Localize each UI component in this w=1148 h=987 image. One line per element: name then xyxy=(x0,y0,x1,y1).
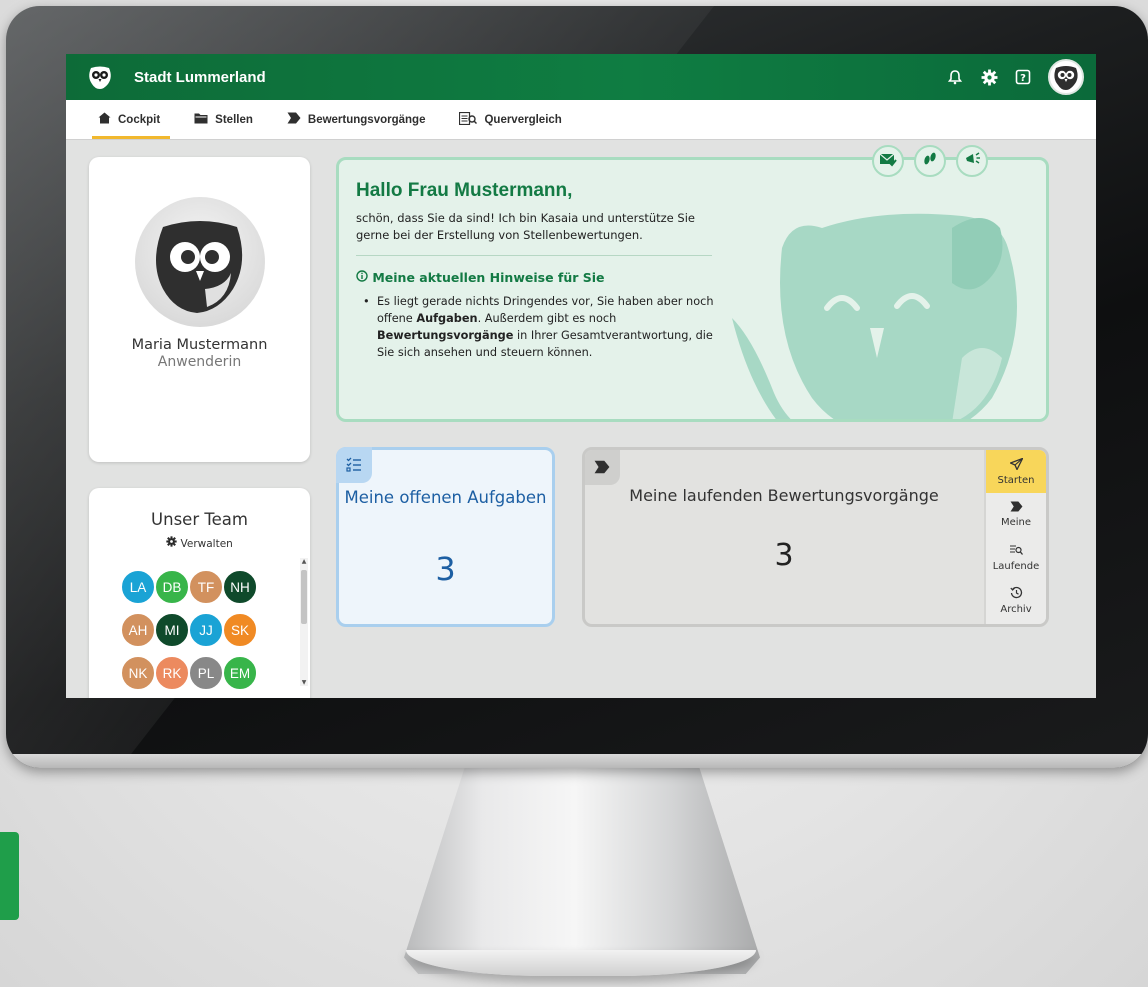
svg-text:?: ? xyxy=(1020,73,1026,84)
menu-label: Meine xyxy=(1000,517,1032,528)
welcome-text: schön, dass Sie da sind! Ich bin Kasaia … xyxy=(356,211,695,242)
menu-label: Archiv xyxy=(1000,604,1032,615)
chevron-flag-icon xyxy=(1010,501,1023,515)
hints-title: Meine aktuellen Hinweise für Sie xyxy=(372,270,605,285)
team-member-avatar[interactable]: MI xyxy=(154,612,190,648)
app-screen: Stadt Lummerland ? Cockpit Stellen Bewer… xyxy=(66,54,1096,698)
team-member-avatar[interactable]: TF xyxy=(188,569,224,605)
scroll-down-arrow-icon[interactable]: ▼ xyxy=(300,679,308,686)
tab-stellen[interactable]: Stellen xyxy=(184,100,263,139)
compare-icon xyxy=(459,111,478,128)
team-title: Unser Team xyxy=(151,510,248,529)
user-avatar[interactable] xyxy=(1048,59,1084,95)
team-member-avatar[interactable]: SK xyxy=(222,612,258,648)
main-nav: Cockpit Stellen Bewertungsvorgänge Querv… xyxy=(66,100,1096,140)
team-manage-link[interactable]: Verwalten xyxy=(89,536,310,550)
tab-bewertungsvorgaenge[interactable]: Bewertungsvorgänge xyxy=(277,100,436,139)
help-icon[interactable]: ? xyxy=(1010,64,1036,90)
processes-link[interactable]: Bewertungsvorgänge xyxy=(377,329,513,342)
monitor-bezel-edge xyxy=(6,754,1148,768)
menu-label: Starten xyxy=(997,474,1035,486)
profile-avatar[interactable] xyxy=(134,197,265,327)
team-card: Unser Team Verwalten LA DB TF NH AH MI J… xyxy=(89,488,310,698)
running-processes-title: Meine laufenden Bewertungsvorgänge xyxy=(629,486,939,505)
owl-illustration xyxy=(732,213,1017,419)
history-icon xyxy=(1009,586,1023,602)
team-member-avatar[interactable]: NH xyxy=(222,569,258,605)
team-member-avatar[interactable]: DB xyxy=(154,569,190,605)
my-processes-button[interactable]: Meine xyxy=(986,493,1046,536)
monitor-stand xyxy=(404,768,760,974)
open-tasks-count: 3 xyxy=(435,550,456,588)
welcome-title: Hallo Frau Mustermann, xyxy=(356,180,573,201)
home-icon xyxy=(98,112,111,127)
archive-button[interactable]: Archiv xyxy=(986,579,1046,622)
footsteps-button[interactable] xyxy=(914,145,946,177)
profile-role: Anwenderin xyxy=(157,354,242,370)
running-processes-button[interactable]: Laufende xyxy=(986,536,1046,579)
tab-quervergleich[interactable]: Quervergleich xyxy=(449,100,571,139)
hints-list: Es liegt gerade nichts Dringendes vor, S… xyxy=(363,293,717,361)
chevron-flag-icon xyxy=(585,450,620,485)
hints-heading: Meine aktuellen Hinweise für Sie xyxy=(356,270,605,285)
mail-check-button[interactable] xyxy=(872,145,904,177)
hint-item: Es liegt gerade nichts Dringendes vor, S… xyxy=(363,293,717,361)
team-scrollbar[interactable]: ▲ ▼ xyxy=(300,558,308,686)
team-member-avatar[interactable]: NK xyxy=(120,655,156,691)
footsteps-icon xyxy=(922,151,938,171)
team-member-avatar[interactable]: LA xyxy=(120,569,156,605)
tab-label: Stellen xyxy=(215,113,253,126)
scroll-up-arrow-icon[interactable]: ▲ xyxy=(300,558,308,565)
scroll-thumb[interactable] xyxy=(301,570,307,624)
divider xyxy=(356,255,712,256)
owl-logo-icon[interactable] xyxy=(86,63,114,91)
send-icon xyxy=(1008,456,1024,473)
welcome-panel: Hallo Frau Mustermann, schön, dass Sie d… xyxy=(336,157,1049,422)
checklist-icon xyxy=(336,447,372,483)
profile-card: Maria Mustermann Anwenderin xyxy=(89,157,310,462)
open-tasks-title: Meine offenen Aufgaben xyxy=(344,488,547,507)
team-member-avatar[interactable]: AH xyxy=(120,612,156,648)
profile-name: Maria Mustermann xyxy=(131,337,268,353)
tab-label: Cockpit xyxy=(118,113,161,126)
team-member-avatar[interactable]: RK xyxy=(154,655,190,691)
folder-icon xyxy=(194,112,208,127)
bell-icon[interactable] xyxy=(942,64,968,90)
megaphone-icon xyxy=(964,151,981,171)
info-icon xyxy=(356,270,372,285)
team-member-grid: LA DB TF NH AH MI JJ SK NK RK PL EM xyxy=(120,569,270,698)
tab-label: Quervergleich xyxy=(484,113,562,126)
open-tasks-card[interactable]: Meine offenen Aufgaben 3 xyxy=(336,447,555,627)
team-manage-label: Verwalten xyxy=(180,538,233,550)
app-header: Stadt Lummerland ? xyxy=(66,54,1096,100)
team-member-avatar[interactable]: EM xyxy=(222,655,258,691)
menu-label: Laufende xyxy=(992,560,1040,572)
processes-side-menu: Starten Meine Laufende Archiv xyxy=(984,450,1046,624)
brand-name[interactable]: Stadt Lummerland xyxy=(134,69,266,86)
running-processes-count: 3 xyxy=(774,538,794,573)
mail-check-icon xyxy=(879,152,897,171)
team-member-avatar[interactable]: JJ xyxy=(188,612,224,648)
tab-label: Bewertungsvorgänge xyxy=(307,113,426,126)
gear-icon[interactable] xyxy=(976,64,1002,90)
tasks-link[interactable]: Aufgaben xyxy=(416,312,477,325)
search-list-icon xyxy=(1009,544,1024,559)
side-tab xyxy=(0,832,19,920)
running-processes-card[interactable]: Meine laufenden Bewertungsvorgänge 3 Sta… xyxy=(582,447,1049,627)
tab-cockpit[interactable]: Cockpit xyxy=(88,100,171,139)
start-process-button[interactable]: Starten xyxy=(986,450,1046,493)
gear-icon xyxy=(166,536,180,550)
megaphone-button[interactable] xyxy=(956,145,988,177)
team-member-avatar[interactable]: PL xyxy=(188,655,224,691)
chevron-flag-icon xyxy=(287,112,301,127)
